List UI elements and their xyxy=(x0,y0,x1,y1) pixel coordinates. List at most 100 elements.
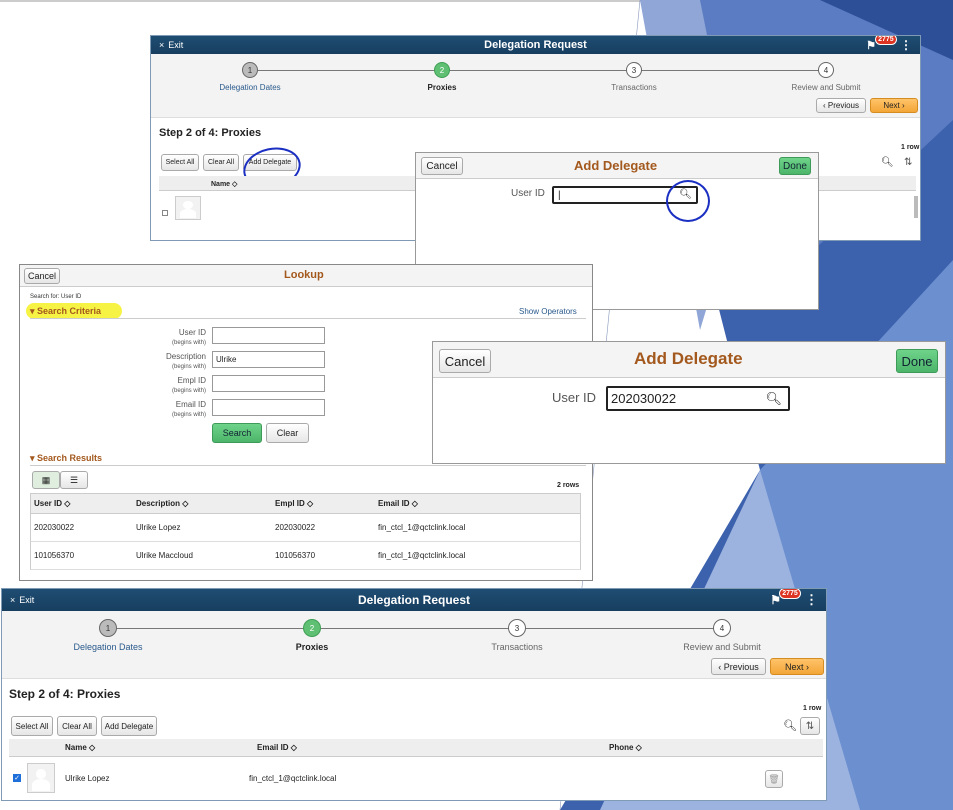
userid-search-input[interactable] xyxy=(212,327,325,344)
scrollbar[interactable] xyxy=(914,196,918,218)
step-2-label: Proxies xyxy=(295,642,329,652)
notification-badge: 2775 xyxy=(779,589,801,599)
step-4-label[interactable]: Review and Submit xyxy=(683,642,761,652)
delegation-window-bottom: × Exit Delegation Request ⚑ 2775 ⋮ 1 2 3 4… xyxy=(1,588,827,801)
cancel-button[interactable]: Cancel xyxy=(439,349,491,373)
search-criteria-toggle[interactable]: ▾ Search Criteria xyxy=(30,306,101,317)
phone-column-header[interactable]: Phone ◇ xyxy=(609,743,642,752)
step-2-label: Proxies xyxy=(427,83,457,92)
previous-label: Previous xyxy=(723,661,759,672)
search-results-label: Search Results xyxy=(37,453,103,463)
previous-button[interactable]: ‹ Previous xyxy=(711,658,766,675)
email-column-header[interactable]: Email ID ◇ xyxy=(257,743,297,752)
delete-row-button[interactable]: 🗑︎ xyxy=(765,770,783,788)
search-results-toggle[interactable]: ▾ Search Results xyxy=(30,453,102,464)
proxy-table-header xyxy=(9,739,823,757)
clear-all-button[interactable]: Clear All xyxy=(57,716,97,736)
close-icon: × xyxy=(10,595,16,605)
userid-field-label: User ID (begins with) xyxy=(171,328,206,346)
clear-button[interactable]: Clear xyxy=(266,423,309,443)
grid-view-toggle[interactable]: ▦ xyxy=(32,471,60,489)
notification-flag-icon[interactable]: ⚑ 2775 xyxy=(866,36,897,52)
done-button[interactable]: Done xyxy=(779,157,811,175)
next-button[interactable]: Next › xyxy=(770,658,824,675)
select-all-button[interactable]: Select All xyxy=(11,716,53,736)
step-3-marker[interactable]: 3 xyxy=(508,619,526,637)
description-search-input[interactable]: Ulrike xyxy=(212,351,325,368)
notification-flag-icon[interactable]: ⚑ 2775 xyxy=(770,589,801,607)
grid-icon: ▦ xyxy=(41,474,51,485)
done-button[interactable]: Done xyxy=(896,349,938,373)
step-4-marker[interactable]: 4 xyxy=(818,62,834,78)
step-2-marker[interactable]: 2 xyxy=(434,62,450,78)
more-actions-icon[interactable]: ⋮ xyxy=(900,38,912,52)
step-4-marker[interactable]: 4 xyxy=(713,619,731,637)
search-button[interactable]: Search xyxy=(212,423,262,443)
exit-button[interactable]: × Exit xyxy=(159,40,183,50)
step-train: 1 2 3 4 Delegation Dates Proxies Transac… xyxy=(151,54,920,118)
show-operators-link[interactable]: Show Operators xyxy=(519,307,577,316)
list-view-toggle[interactable]: ☰ xyxy=(60,471,88,489)
select-all-button[interactable]: Select All xyxy=(161,154,199,171)
step-2-marker[interactable]: 2 xyxy=(303,619,321,637)
results-row-count: 2 rows xyxy=(557,482,580,489)
cell-user-id: 202030022 xyxy=(34,523,75,532)
phone-header-label: Phone xyxy=(609,743,634,752)
search-icon[interactable]: 🔍︎ xyxy=(881,157,894,168)
dialog-title: Add Delegate xyxy=(574,158,658,173)
step-4-label[interactable]: Review and Submit xyxy=(792,83,861,92)
dialog-title: Add Delegate xyxy=(634,349,743,368)
exit-label: Exit xyxy=(19,595,35,605)
exit-label: Exit xyxy=(168,40,184,50)
step-heading: Step 2 of 4: Proxies xyxy=(9,687,121,701)
next-label: Next xyxy=(883,101,900,110)
previous-button[interactable]: ‹ Previous xyxy=(816,98,866,113)
annotation-circle xyxy=(666,180,710,222)
next-button[interactable]: Next › xyxy=(870,98,918,113)
step-heading: Step 2 of 4: Proxies xyxy=(159,127,262,139)
name-header-label: Name xyxy=(211,181,231,188)
step-3-marker[interactable]: 3 xyxy=(626,62,642,78)
lookup-title: Lookup xyxy=(284,269,324,281)
cell-user-id: 101056370 xyxy=(34,551,75,560)
cell-empl-id: 101056370 xyxy=(275,551,316,560)
col-description[interactable]: Description ◇ xyxy=(136,499,188,508)
search-icon[interactable]: 🔍︎ xyxy=(783,719,797,732)
col-empl-id[interactable]: Empl ID ◇ xyxy=(275,499,313,508)
step-1-label[interactable]: Delegation Dates xyxy=(219,83,280,92)
col-user-id[interactable]: User ID ◇ xyxy=(34,499,70,508)
name-header-label: Name xyxy=(65,743,87,752)
step-1-marker[interactable]: 1 xyxy=(242,62,258,78)
user-id-input[interactable]: 202030022 🔍︎ xyxy=(606,386,790,411)
name-column-header[interactable]: Name ◇ xyxy=(211,180,237,188)
more-actions-icon[interactable]: ⋮ xyxy=(805,592,818,608)
results-divider xyxy=(30,465,586,466)
sort-icon[interactable]: ⇅ xyxy=(904,157,912,168)
emplid-search-input[interactable] xyxy=(212,375,325,392)
row-checkbox-checked[interactable]: ✓ xyxy=(13,774,21,782)
user-id-label: User ID xyxy=(552,390,597,405)
step-1-marker[interactable]: 1 xyxy=(99,619,117,637)
proxy-email: fin_ctcl_1@qctclink.local xyxy=(249,774,337,783)
step-3-label[interactable]: Transactions xyxy=(491,642,542,652)
sort-icon[interactable]: ⇅ xyxy=(800,717,820,735)
emailid-search-input[interactable] xyxy=(212,399,325,416)
step-3-label[interactable]: Transactions xyxy=(611,83,657,92)
lookup-cancel-button[interactable]: Cancel xyxy=(24,268,60,284)
emplid-field-label: Empl ID (begins with) xyxy=(171,376,206,394)
exit-button[interactable]: × Exit xyxy=(10,595,34,605)
row-checkbox[interactable] xyxy=(162,210,168,216)
clear-all-button[interactable]: Clear All xyxy=(203,154,239,171)
cancel-button[interactable]: Cancel xyxy=(421,157,463,175)
name-column-header[interactable]: Name ◇ xyxy=(65,743,95,752)
list-icon: ☰ xyxy=(69,474,79,485)
description-field-label: Description (begins with) xyxy=(165,352,206,370)
title-bar: × Exit Delegation Request ⚑ 2775 ⋮ xyxy=(151,36,920,54)
cell-email-id: fin_ctcl_1@qctclink.local xyxy=(378,523,466,532)
avatar xyxy=(175,196,201,220)
add-delegate-button[interactable]: Add Delegate xyxy=(101,716,157,736)
col-email-id[interactable]: Email ID ◇ xyxy=(378,499,418,508)
step-1-label[interactable]: Delegation Dates xyxy=(73,642,142,652)
lookup-search-icon[interactable]: 🔍︎ xyxy=(765,391,782,407)
close-icon: × xyxy=(159,40,165,50)
